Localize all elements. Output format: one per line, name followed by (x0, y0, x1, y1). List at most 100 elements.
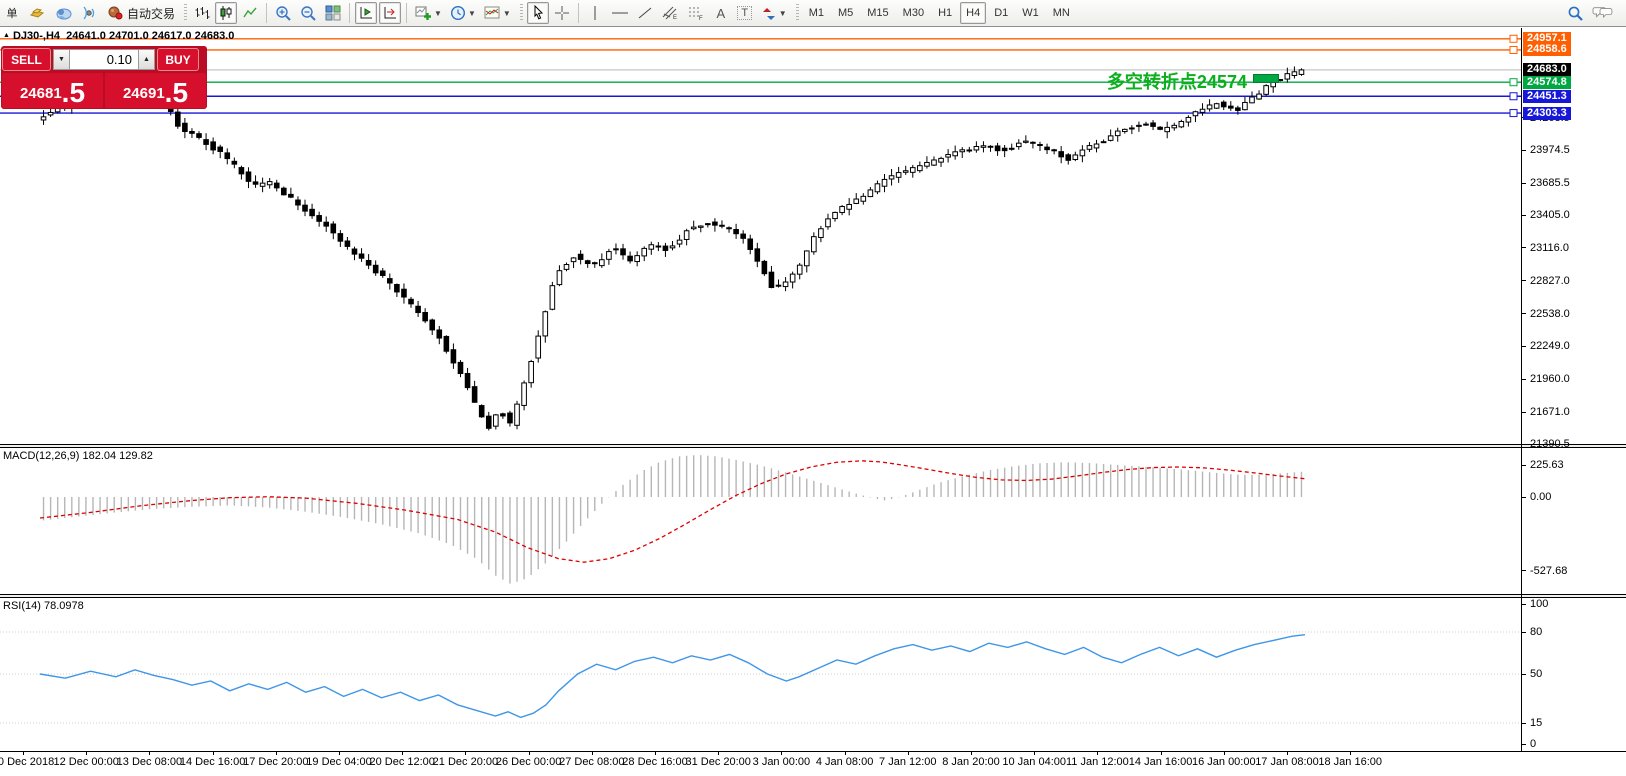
timeframe-group: M1M5M15M30H1H4D1W1MN (802, 2, 1077, 24)
time-axis-label: 11 Jan 12:00 (1066, 756, 1129, 768)
annotation-text: 多空转折点24574 (1107, 68, 1247, 94)
vertical-line-button[interactable] (584, 2, 606, 24)
candle-body (918, 166, 923, 171)
cursor-icon (531, 5, 545, 21)
time-axis-label: 27 Dec 08:00 (559, 756, 624, 768)
candle-body (211, 142, 216, 150)
timeframe-M30[interactable]: M30 (897, 2, 930, 24)
candle-body (1130, 128, 1135, 129)
candle-body (458, 362, 463, 373)
horizontal-line-button[interactable] (608, 2, 632, 24)
text-label-button[interactable]: T (734, 2, 756, 24)
rsi-axis-label: 15 (1530, 717, 1542, 729)
chat-button[interactable] (1589, 2, 1617, 24)
search-button[interactable] (1564, 2, 1587, 24)
scale-tick (1521, 744, 1526, 745)
pane-separator[interactable] (0, 444, 1626, 448)
candle-body (338, 234, 343, 242)
buy-button[interactable]: BUY (157, 48, 199, 71)
candle-body (882, 179, 887, 186)
time-axis[interactable]: 10 Dec 201812 Dec 00:0013 Dec 08:0014 De… (0, 752, 1521, 776)
arrows-button[interactable]: ▼ (758, 2, 790, 24)
candlestick-chart-icon (218, 5, 234, 21)
candle-body (607, 252, 612, 260)
candle-body (246, 172, 251, 181)
candlestick-chart-button[interactable] (215, 2, 237, 24)
equidistant-channel-button[interactable]: E (658, 2, 682, 24)
timeframe-M1[interactable]: M1 (803, 2, 830, 24)
timeframe-M5[interactable]: M5 (832, 2, 859, 24)
auto-scroll-icon (358, 5, 374, 21)
sell-price[interactable]: 24681.5 (2, 73, 103, 108)
cursor-button[interactable] (527, 2, 549, 24)
scale-tick (1521, 215, 1526, 216)
zoom-in-icon (275, 5, 292, 22)
candle-body (889, 176, 894, 179)
timeframe-W1[interactable]: W1 (1016, 2, 1045, 24)
autotrade-label: 自动交易 (127, 5, 175, 22)
group-handle[interactable] (796, 4, 799, 22)
buy-price[interactable]: 24691.5 (105, 73, 206, 108)
candle-body (1172, 125, 1177, 127)
time-axis-label: 10 Dec 2018 (0, 756, 54, 768)
bar-chart-button[interactable] (191, 2, 213, 24)
candle-body (847, 204, 852, 209)
equidistant-channel-icon: E (661, 5, 679, 21)
sell-button[interactable]: SELL (2, 48, 51, 71)
auto-scroll-button[interactable] (355, 2, 377, 24)
buy-price-main: 24691 (123, 82, 165, 106)
timeframe-MN[interactable]: MN (1047, 2, 1076, 24)
fibonacci-button[interactable]: F (684, 2, 708, 24)
scale-tick (1521, 465, 1526, 466)
candle-body (974, 146, 979, 149)
candle-body (1087, 146, 1092, 150)
price-line-anchor (1510, 79, 1517, 86)
line-chart-button[interactable] (239, 2, 261, 24)
trendline-button[interactable] (634, 2, 656, 24)
volume-down-button[interactable]: ▼ (53, 49, 70, 70)
scale-tick (1521, 723, 1526, 724)
fibonacci-icon: F (687, 5, 705, 21)
chart-shift-button[interactable] (379, 2, 401, 24)
pane-separator[interactable] (0, 594, 1626, 598)
symbol-period-label: DJ30-,H4 (13, 30, 60, 42)
candle-body (239, 168, 244, 174)
candle-body (578, 254, 583, 259)
templates-icon (484, 5, 501, 21)
group-handle[interactable] (520, 4, 523, 22)
templates-button[interactable]: ▼ (481, 2, 514, 24)
tile-windows-button[interactable] (322, 2, 344, 24)
time-axis-tick (402, 751, 403, 755)
periods-button[interactable]: ▼ (447, 2, 479, 24)
candle-body (366, 260, 371, 265)
gold-bars-button[interactable] (25, 2, 49, 24)
candle-body (790, 274, 795, 282)
volume-up-button[interactable]: ▲ (138, 49, 155, 70)
new-order-button[interactable]: 单 (1, 2, 23, 24)
crosshair-button[interactable] (551, 2, 573, 24)
timeframe-H4[interactable]: H4 (960, 2, 986, 24)
timeframe-M15[interactable]: M15 (861, 2, 894, 24)
candle-body (190, 131, 195, 133)
zoom-out-button[interactable] (297, 2, 320, 24)
macd-pane[interactable] (0, 448, 1521, 594)
candle-body (720, 225, 725, 226)
price-scale[interactable]: 24263.523974.523685.523405.023116.022827… (1521, 0, 1626, 776)
text-button[interactable]: A (710, 2, 732, 24)
timeframe-D1[interactable]: D1 (988, 2, 1014, 24)
community-button[interactable] (51, 2, 75, 24)
macd-label: MACD(12,26,9) 182.04 129.82 (3, 450, 153, 462)
indicators-button[interactable]: ▼ (412, 2, 445, 24)
timeframe-H1[interactable]: H1 (932, 2, 958, 24)
zoom-in-button[interactable] (272, 2, 295, 24)
signals-button[interactable] (77, 2, 101, 24)
group-handle[interactable] (184, 4, 187, 22)
time-axis-tick (592, 751, 593, 755)
rsi-pane[interactable] (0, 598, 1521, 751)
autotrade-button[interactable]: 自动交易 (103, 2, 178, 24)
volume-input[interactable] (70, 49, 138, 70)
candle-body (621, 249, 626, 255)
main-chart-pane[interactable] (0, 28, 1521, 444)
candle-body (183, 123, 188, 131)
arrow-down-icon: ▼ (58, 56, 65, 63)
